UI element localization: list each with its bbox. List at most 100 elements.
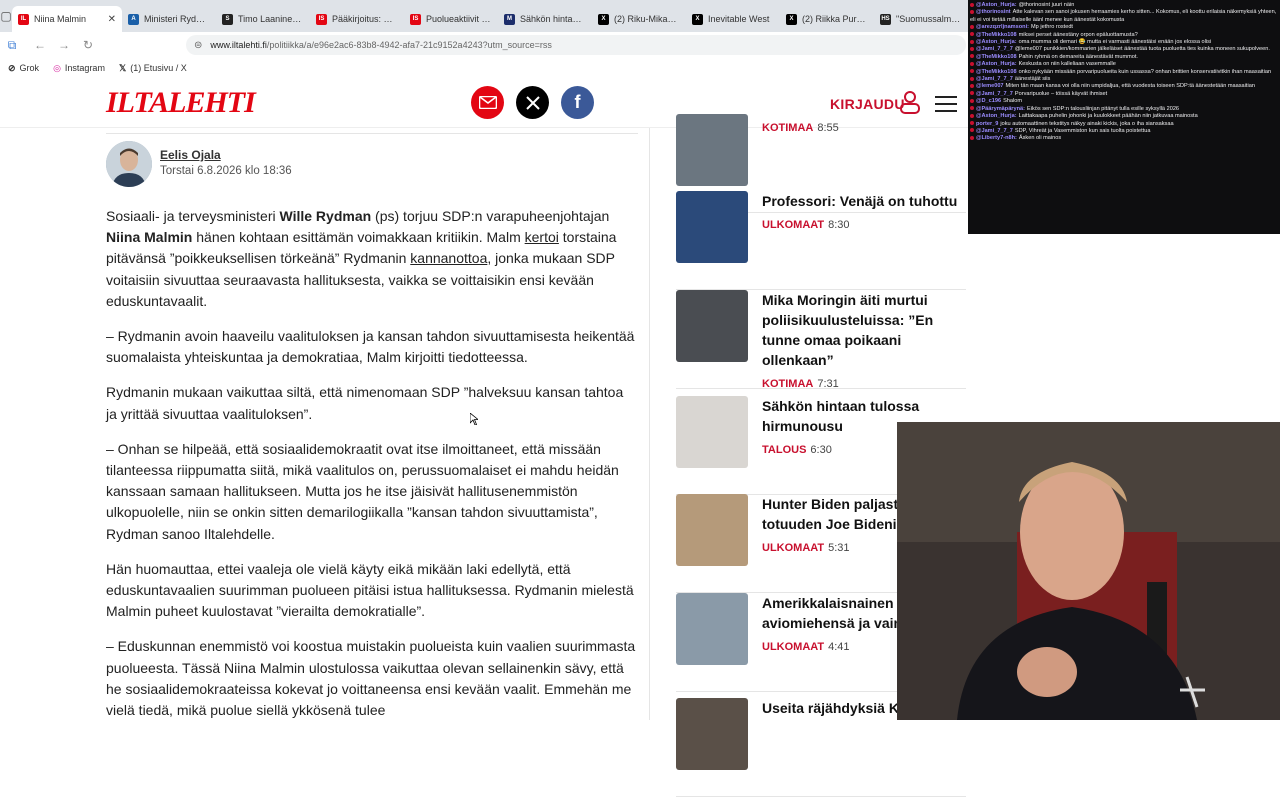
url-path: /politiikka/a/e96e2ac6-83b8-4942-afa7-21… xyxy=(266,40,552,50)
browser-tab[interactable]: X (2) Riikka Purra X xyxy=(780,6,874,32)
chat-username: @Jami_7_7_7 xyxy=(976,90,1013,97)
chat-message: @Päärymäpärynä: Eikös sen SDP:n talouslii… xyxy=(970,106,1278,113)
news-item[interactable]: Mika Moringin äiti murtui poliisikuulust… xyxy=(676,290,966,390)
news-category[interactable]: TALOUS xyxy=(762,444,806,456)
news-text[interactable]: Professori: Venäjä on tuhottu ULKOMAAT 8:3… xyxy=(762,191,966,235)
article-link-kannanotto[interactable]: kannanottoa xyxy=(410,250,487,266)
chat-badge-icon xyxy=(970,32,974,37)
tab-favicon-icon: IS xyxy=(316,13,327,25)
author-name[interactable]: Eelis Ojala xyxy=(160,148,221,162)
chat-username: @D_c196 xyxy=(976,98,1002,105)
browser-tab[interactable]: S Timo Laaninen ju xyxy=(216,6,310,32)
article: Eelis Ojala Torstai 6.8.2026 klo 18:36 S… xyxy=(92,128,650,720)
news-category[interactable]: KOTIMAA xyxy=(762,378,813,390)
browser-tab[interactable]: M Sähkön hintavert xyxy=(498,6,592,32)
tab-title: Inevitable West xyxy=(708,14,770,24)
news-title[interactable]: Professori: Venäjä on tuhottu xyxy=(762,191,966,211)
x-share-icon[interactable] xyxy=(516,86,549,119)
chat-username: @Jami_7_7_7 xyxy=(976,76,1013,83)
tab-favicon-icon: S xyxy=(222,13,233,25)
news-category[interactable]: KOTIMAA xyxy=(762,122,813,134)
article-paragraph: – Onhan se hilpeää, että sosiaalidemokra… xyxy=(106,440,619,542)
browser-tab[interactable]: IS Pääkirjoitus: Entä xyxy=(310,6,404,32)
tab-favicon-icon: A xyxy=(128,13,139,25)
url-field[interactable]: ⊜ www.iltalehti.fi/politiikka/a/e96e2ac6… xyxy=(186,35,966,55)
chat-text: oma mumma oli demari 😂 mutta ei varmasti… xyxy=(1018,39,1212,46)
address-bar: ⧉ ← → ↻ ⊜ www.iltalehti.fi/politiikka/a/… xyxy=(0,32,968,58)
chat-text: miksei perset äänestäny orpon epäluottam… xyxy=(1018,31,1138,38)
chat-username: @Jami_7_7_7 xyxy=(976,46,1013,53)
news-meta: ULKOMAAT 8:30 xyxy=(762,213,966,235)
browser-tab[interactable]: IL Niina Malmin ✕ xyxy=(12,6,122,32)
browser-tab[interactable]: HS "Suomussalmen S xyxy=(874,6,968,32)
chat-badge-icon xyxy=(970,54,974,59)
chat-badge-icon xyxy=(970,91,974,96)
browser-tab[interactable]: A Ministeri Rydman xyxy=(122,6,216,32)
news-category[interactable]: ULKOMAAT xyxy=(762,219,824,231)
news-time: 5:31 xyxy=(828,542,850,554)
chat-text: Mp jethro rostedt xyxy=(1031,24,1073,31)
news-time: 8:55 xyxy=(817,122,839,134)
browser-tab[interactable]: X Inevitable West xyxy=(686,6,780,32)
chat-text: Laittakaapa puhelin johonki ja kuulokkee… xyxy=(1018,113,1198,120)
chat-text: @leme007 punikkien/kommarien jälkeläiset… xyxy=(1014,46,1270,53)
news-thumbnail[interactable] xyxy=(676,593,748,665)
browser-tab-bar: ▢ IL Niina Malmin ✕ A Ministeri Rydman S Timo … xyxy=(0,0,968,32)
tab-title: (2) Riikka Purra X xyxy=(802,14,868,24)
news-thumbnail[interactable] xyxy=(676,114,748,186)
news-thumbnail[interactable] xyxy=(676,290,748,362)
chat-message: @TheMikko108 miksei perset äänestäny orpo… xyxy=(970,32,1278,39)
login-link[interactable]: KIRJAUDU xyxy=(830,96,905,112)
close-tab-icon[interactable]: ✕ xyxy=(108,14,116,25)
bookmark-instagram[interactable]: ◎ Instagram xyxy=(53,63,105,74)
bookmark-x[interactable]: 𝕏 (1) Etusivu / X xyxy=(119,63,187,74)
news-text[interactable]: KOTIMAA 8:55 xyxy=(762,114,966,138)
back-icon[interactable]: ← xyxy=(28,38,52,52)
x-icon: 𝕏 xyxy=(118,62,127,73)
chat-text: joku automaattinen tekstitys näkyy ainak… xyxy=(1000,120,1174,127)
facebook-share-icon[interactable]: f xyxy=(561,86,594,119)
chat-message: @Aston_Hurja: Keskusta on niin kalleliaan… xyxy=(970,61,1278,68)
tab-title: (2) Riku-Mikael La xyxy=(614,14,680,24)
news-thumbnail[interactable] xyxy=(676,396,748,468)
tab-favicon-icon: X xyxy=(598,13,609,25)
news-time: 6:30 xyxy=(810,444,832,456)
sidebar-toggle-icon[interactable]: ⧉ xyxy=(0,38,24,53)
chat-username: @Aston_Hurja: xyxy=(976,113,1017,120)
news-thumbnail[interactable] xyxy=(676,191,748,263)
browser-tab[interactable]: IS Puolueaktiivit ker xyxy=(404,6,498,32)
chat-message: @arezqzrljnamsoni: Mp jethro rostedt xyxy=(970,24,1278,31)
forward-icon[interactable]: → xyxy=(52,38,76,52)
chat-text: Shalom xyxy=(1003,98,1023,105)
article-body: Sosiaali- ja terveysministeri Wille Rydm… xyxy=(106,206,638,735)
tab-view-icon[interactable]: ▢ xyxy=(0,0,12,32)
article-link-kertoi[interactable]: kertoi xyxy=(525,229,559,245)
user-icon[interactable] xyxy=(899,90,921,114)
reload-icon[interactable]: ↻ xyxy=(76,38,100,52)
tab-title: "Suomussalmen S xyxy=(896,14,962,24)
menu-icon[interactable] xyxy=(935,96,957,112)
bookmark-grok[interactable]: ⊘ Grok xyxy=(8,63,39,74)
email-share-icon[interactable] xyxy=(471,86,504,119)
news-thumbnail[interactable] xyxy=(676,494,748,566)
publish-date: Torstai 6.8.2026 klo 18:36 xyxy=(160,165,292,177)
news-category[interactable]: ULKOMAAT xyxy=(762,542,824,554)
news-title[interactable]: Mika Moringin äiti murtui poliisikuulust… xyxy=(762,290,966,370)
article-paragraph: – Rydmanin avoin haaveilu vaalituloksen … xyxy=(106,328,635,366)
browser-tab[interactable]: X (2) Riku-Mikael La xyxy=(592,6,686,32)
chat-text: Eikös sen SDP:n talousliinjan pitänyt tu… xyxy=(1027,105,1180,112)
chat-badge-icon xyxy=(970,113,974,118)
chat-username: @Aston_Hurja: xyxy=(976,61,1017,68)
url-host: www.iltalehti.fi xyxy=(210,40,267,50)
news-item[interactable]: Professori: Venäjä on tuhottu ULKOMAAT 8:3… xyxy=(676,191,966,290)
site-logo[interactable]: ILTALEHTI xyxy=(106,86,256,120)
chat-text: Pahin ryhmä on demareita äänestävät mumm… xyxy=(1018,53,1138,60)
tab-title: Niina Malmin xyxy=(34,14,87,24)
chat-message: @Aston_Hurja: oma mumma oli demari 😂 mutt… xyxy=(970,39,1278,46)
site-info-icon[interactable]: ⊜ xyxy=(194,40,202,51)
tab-title: Puolueaktiivit ker xyxy=(426,14,492,24)
news-thumbnail[interactable] xyxy=(676,698,748,770)
bookmarks-bar: ⊘ Grok ◎ Instagram 𝕏 (1) Etusivu / X xyxy=(0,58,968,78)
news-category[interactable]: ULKOMAAT xyxy=(762,641,824,653)
news-text[interactable]: Mika Moringin äiti murtui poliisikuulust… xyxy=(762,290,966,394)
